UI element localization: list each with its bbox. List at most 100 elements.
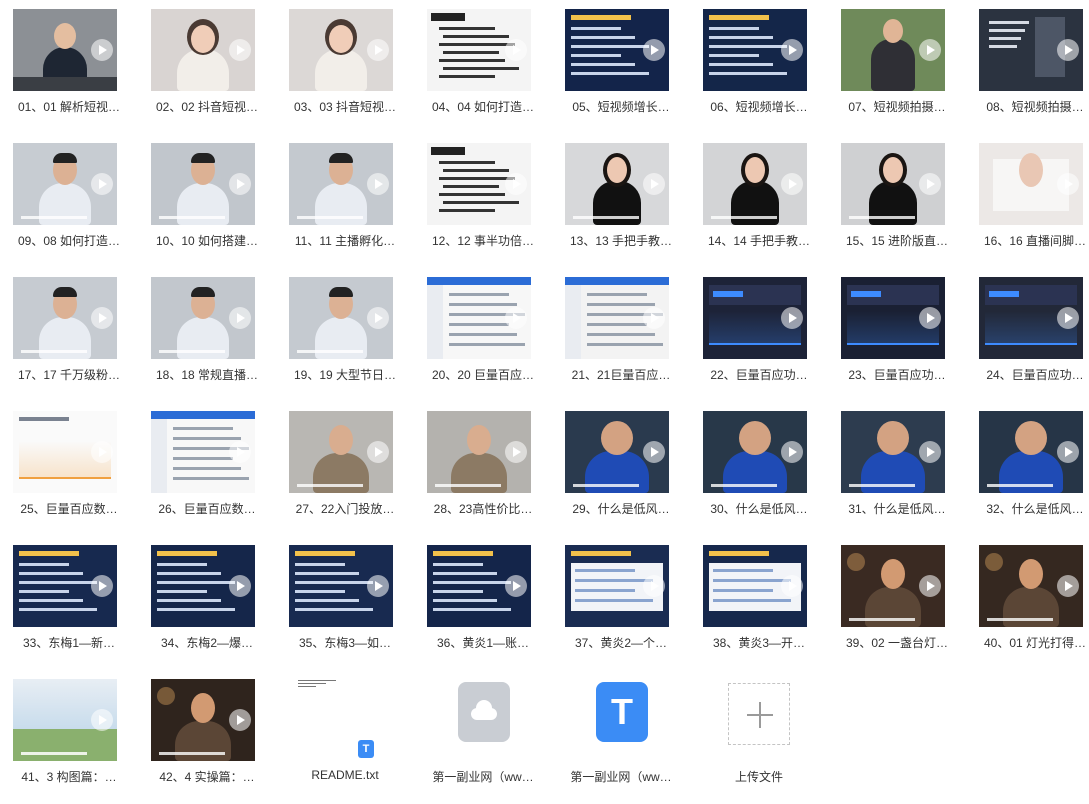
video-thumbnail[interactable] [703, 143, 807, 225]
file-item[interactable]: 14、14 手把手教… [690, 134, 828, 268]
file-item[interactable]: 38、黄炎3—开… [690, 536, 828, 670]
video-thumbnail[interactable] [565, 9, 669, 91]
video-thumbnail[interactable] [427, 411, 531, 493]
file-item[interactable]: 15、15 进阶版直… [828, 134, 966, 268]
video-thumbnail[interactable] [427, 143, 531, 225]
video-thumbnail[interactable] [979, 545, 1083, 627]
video-thumbnail[interactable] [565, 545, 669, 627]
video-thumbnail[interactable] [151, 277, 255, 359]
file-item[interactable]: 20、20 巨量百应… [414, 268, 552, 402]
file-item[interactable]: T 第一副业网（ww… [552, 670, 690, 804]
video-thumbnail[interactable] [151, 679, 255, 761]
file-item[interactable]: 26、巨量百应数… [138, 402, 276, 536]
file-item[interactable]: 37、黄炎2—个… [552, 536, 690, 670]
file-item[interactable]: 09、08 如何打造… [0, 134, 138, 268]
video-thumbnail[interactable] [289, 411, 393, 493]
video-thumbnail[interactable] [565, 277, 669, 359]
play-icon [91, 575, 113, 597]
file-item[interactable]: 04、04 如何打造… [414, 0, 552, 134]
play-icon [505, 441, 527, 463]
file-item[interactable]: 34、东梅2—爆… [138, 536, 276, 670]
video-thumbnail[interactable] [13, 411, 117, 493]
file-item[interactable]: 19、19 大型节日… [276, 268, 414, 402]
file-item[interactable]: 30、什么是低风… [690, 402, 828, 536]
file-name: 24、巨量百应功… [986, 368, 1084, 382]
video-thumbnail[interactable] [13, 679, 117, 761]
upload-file-button[interactable]: 上传文件 [690, 670, 828, 804]
video-thumbnail[interactable] [151, 9, 255, 91]
file-item[interactable]: 02、02 抖音短视… [138, 0, 276, 134]
video-thumbnail[interactable] [289, 277, 393, 359]
video-thumbnail[interactable] [13, 9, 117, 91]
file-item[interactable]: 10、10 如何搭建… [138, 134, 276, 268]
file-item[interactable]: 28、23高性价比… [414, 402, 552, 536]
video-thumbnail[interactable] [841, 545, 945, 627]
video-thumbnail[interactable] [151, 143, 255, 225]
file-item[interactable]: 40、01 灯光打得… [966, 536, 1089, 670]
file-item[interactable]: 39、02 一盏台灯… [828, 536, 966, 670]
file-item[interactable]: 25、巨量百应数… [0, 402, 138, 536]
file-item[interactable]: 12、12 事半功倍… [414, 134, 552, 268]
file-name: 41、3 构图篇：… [21, 770, 117, 784]
video-thumbnail[interactable] [427, 9, 531, 91]
play-icon [1057, 173, 1079, 195]
upload-plus-icon[interactable] [728, 683, 790, 745]
file-item[interactable]: 17、17 千万级粉… [0, 268, 138, 402]
video-thumbnail[interactable] [151, 545, 255, 627]
file-item[interactable]: 41、3 构图篇：… [0, 670, 138, 804]
video-thumbnail[interactable] [13, 143, 117, 225]
video-thumbnail[interactable] [565, 411, 669, 493]
file-item[interactable]: 24、巨量百应功… [966, 268, 1089, 402]
video-thumbnail[interactable] [703, 545, 807, 627]
video-thumbnail[interactable] [979, 277, 1083, 359]
video-thumbnail[interactable] [703, 9, 807, 91]
file-item[interactable]: 31、什么是低风… [828, 402, 966, 536]
video-thumbnail[interactable] [841, 411, 945, 493]
file-item[interactable]: 22、巨量百应功… [690, 268, 828, 402]
video-thumbnail[interactable] [841, 277, 945, 359]
file-item[interactable]: 第一副业网（ww… [414, 670, 552, 804]
video-thumbnail[interactable] [979, 143, 1083, 225]
slide-text [295, 608, 373, 611]
video-thumbnail[interactable] [427, 545, 531, 627]
file-item[interactable]: 32、什么是低风… [966, 402, 1089, 536]
video-thumbnail[interactable] [289, 545, 393, 627]
video-thumbnail[interactable] [289, 143, 393, 225]
video-thumbnail[interactable] [703, 277, 807, 359]
video-thumbnail[interactable] [841, 143, 945, 225]
file-item[interactable]: 29、什么是低风… [552, 402, 690, 536]
file-item[interactable]: 11、11 主播孵化… [276, 134, 414, 268]
file-item[interactable]: 35、东梅3—如… [276, 536, 414, 670]
file-item[interactable]: 18、18 常规直播… [138, 268, 276, 402]
file-item[interactable]: 07、短视频拍摄… [828, 0, 966, 134]
file-name: 17、17 千万级粉… [17, 368, 121, 382]
video-thumbnail[interactable] [13, 277, 117, 359]
file-item[interactable]: 06、短视频增长… [690, 0, 828, 134]
play-icon [367, 173, 389, 195]
file-item[interactable]: 33、东梅1—新… [0, 536, 138, 670]
slide-heading [571, 15, 631, 20]
video-thumbnail[interactable] [979, 9, 1083, 91]
file-item[interactable]: 21、21巨量百应… [552, 268, 690, 402]
file-item[interactable]: 08、短视频拍摄… [966, 0, 1089, 134]
speaker-head [329, 425, 353, 455]
file-item[interactable]: T README.txt [276, 670, 414, 804]
video-thumbnail[interactable] [703, 411, 807, 493]
video-thumbnail[interactable] [289, 9, 393, 91]
file-item[interactable]: 03、03 抖音短视… [276, 0, 414, 134]
file-item[interactable]: 13、13 手把手教… [552, 134, 690, 268]
file-item[interactable]: 05、短视频增长… [552, 0, 690, 134]
file-item[interactable]: 27、22入门投放… [276, 402, 414, 536]
video-thumbnail[interactable] [979, 411, 1083, 493]
file-item[interactable]: 36、黄炎1—账… [414, 536, 552, 670]
file-item[interactable]: 42、4 实操篇：… [138, 670, 276, 804]
file-item[interactable]: 16、16 直播间脚… [966, 134, 1089, 268]
file-item[interactable]: 01、01 解析短视… [0, 0, 138, 134]
video-thumbnail[interactable] [841, 9, 945, 91]
file-item[interactable]: 23、巨量百应功… [828, 268, 966, 402]
video-thumbnail[interactable] [13, 545, 117, 627]
video-thumbnail[interactable] [427, 277, 531, 359]
video-thumbnail[interactable] [151, 411, 255, 493]
video-thumbnail[interactable] [565, 143, 669, 225]
slide-text [575, 599, 653, 602]
